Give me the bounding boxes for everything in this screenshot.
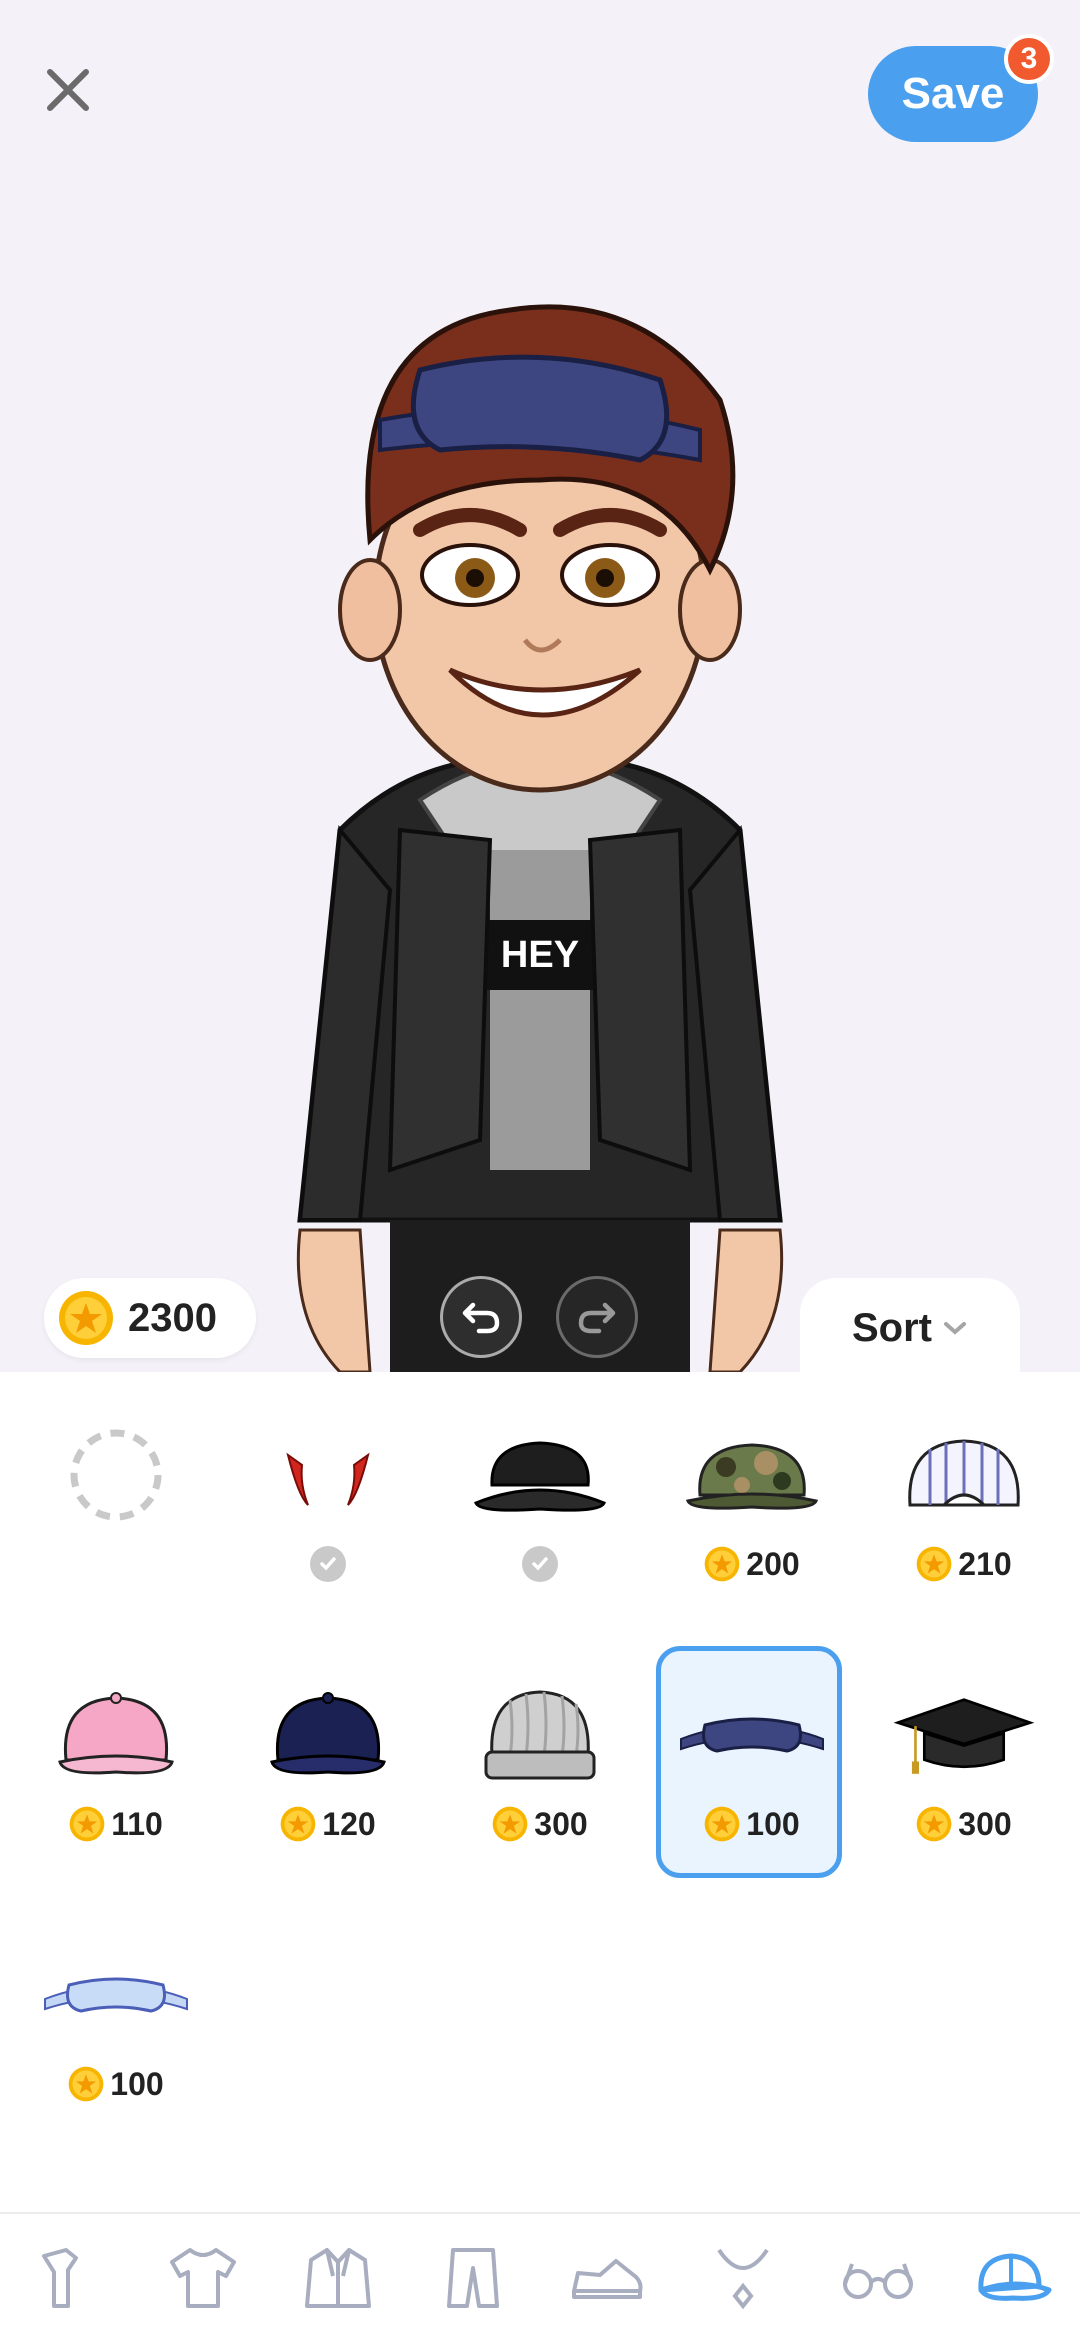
nav-glasses[interactable]	[833, 2233, 923, 2323]
shoe-icon	[571, 2259, 642, 2299]
nav-pants[interactable]	[428, 2233, 518, 2323]
coin-icon	[704, 1546, 740, 1582]
item-grey-beanie[interactable]: 300	[434, 1632, 646, 1892]
item-price: 210	[958, 1545, 1012, 1582]
coin-icon	[69, 1806, 105, 1842]
partial-icon	[41, 2248, 78, 2308]
redo-button[interactable]	[556, 1276, 638, 1358]
navy-cap-icon	[270, 1692, 386, 1775]
coin-icon	[916, 1806, 952, 1842]
chevron-down-icon	[944, 1322, 966, 1335]
coin-icon	[280, 1806, 316, 1842]
nav-partial[interactable]	[23, 2233, 113, 2323]
item-none[interactable]	[10, 1372, 222, 1632]
save-label: Save	[901, 69, 1005, 118]
nav-jacket[interactable]	[293, 2233, 383, 2323]
coin-icon	[492, 1806, 528, 1842]
striped-cap-icon	[908, 1439, 1020, 1507]
item-price: 100	[110, 2065, 164, 2102]
item-grid: 200 210 110 120 300 100 300 100	[0, 1372, 1080, 2152]
cap-icon	[977, 2253, 1051, 2301]
redo-icon	[578, 1302, 616, 1334]
sort-button[interactable]: Sort	[800, 1278, 1020, 1378]
save-badge-count: 3	[1020, 42, 1038, 75]
sleep-mask-icon	[680, 1717, 824, 1753]
item-price: 120	[322, 1805, 376, 1842]
camo-cap-icon	[685, 1443, 819, 1510]
category-nav	[0, 2212, 1080, 2342]
coin-icon	[916, 1546, 952, 1582]
item-striped-cap[interactable]: 210	[858, 1372, 1070, 1632]
items-panel: 200 210 110 120 300 100 300 100	[0, 1372, 1080, 2212]
coin-icon	[704, 1806, 740, 1842]
avatar-stage: Save 3 HEY 2300 Sort	[0, 0, 1080, 1378]
coin-icon	[68, 2066, 104, 2102]
item-camo-cap[interactable]: 200	[646, 1372, 858, 1632]
nav-necklace[interactable]	[698, 2233, 788, 2323]
item-price: 200	[746, 1545, 800, 1582]
shirt-print: HEY	[501, 934, 579, 976]
item-price: 300	[534, 1805, 588, 1842]
owned-check-icon	[522, 1546, 558, 1582]
coin-balance: 2300	[44, 1278, 256, 1358]
coin-icon	[59, 1291, 113, 1345]
pink-cap-icon	[58, 1692, 174, 1775]
pants-icon	[446, 2248, 499, 2308]
item-black-beret[interactable]	[434, 1372, 646, 1632]
glasses-icon	[842, 2263, 913, 2299]
item-price: 300	[958, 1805, 1012, 1842]
black-hat-icon	[474, 1441, 606, 1512]
devil-horns-icon	[286, 1452, 370, 1506]
beanie-icon	[484, 1690, 596, 1780]
nav-tshirt[interactable]	[158, 2233, 248, 2323]
graduation-cap-icon	[893, 1698, 1035, 1774]
owned-check-icon	[310, 1546, 346, 1582]
item-light-blue-sleep-mask[interactable]: 100	[10, 1892, 222, 2152]
item-navy-cap[interactable]: 120	[222, 1632, 434, 1892]
close-icon	[47, 69, 89, 111]
nav-shoes[interactable]	[563, 2233, 653, 2323]
sleep-mask-icon	[44, 1977, 188, 2013]
tshirt-icon	[169, 2248, 236, 2308]
coin-amount: 2300	[128, 1295, 217, 1340]
item-price: 110	[111, 1805, 163, 1842]
item-navy-sleep-mask[interactable]: 100	[646, 1632, 858, 1892]
undo-button[interactable]	[440, 1276, 522, 1358]
item-devil-horns[interactable]	[222, 1372, 434, 1632]
item-pink-cap[interactable]: 110	[10, 1632, 222, 1892]
empty-slot-icon	[70, 1429, 162, 1521]
sort-label: Sort	[852, 1305, 932, 1350]
save-badge: 3	[1004, 34, 1054, 84]
item-graduation-cap[interactable]: 300	[858, 1632, 1070, 1892]
necklace-icon	[716, 2248, 769, 2310]
close-button[interactable]	[38, 60, 98, 120]
nav-hats[interactable]	[968, 2233, 1058, 2323]
undo-icon	[462, 1302, 500, 1334]
jacket-icon	[304, 2248, 371, 2308]
avatar: HEY	[280, 240, 800, 1374]
item-price: 100	[746, 1805, 800, 1842]
